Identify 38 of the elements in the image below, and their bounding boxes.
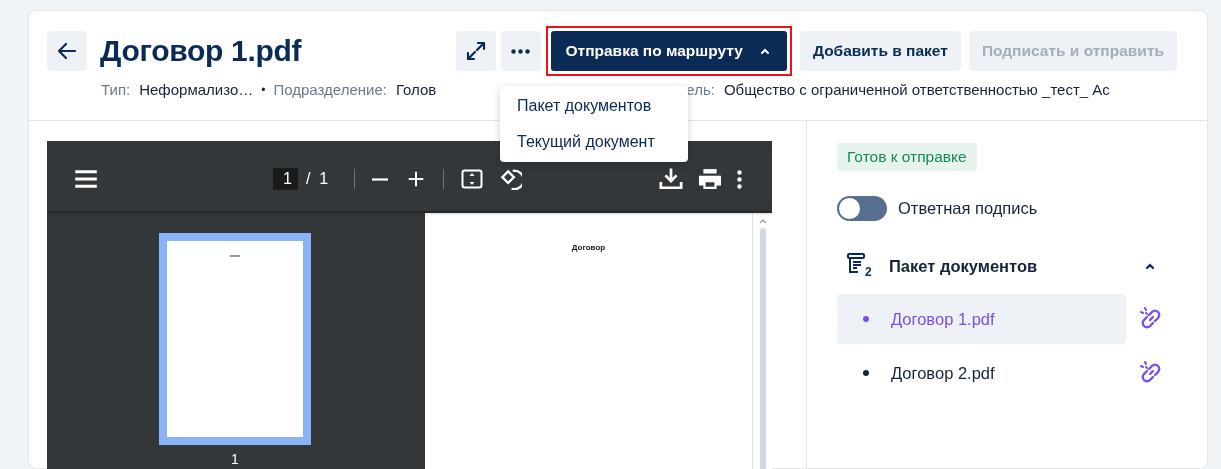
menu-item[interactable]: Пакет документов [500, 88, 688, 124]
page-number-field[interactable]: 1 [273, 168, 298, 190]
separator-dot: • [261, 82, 266, 97]
bullet-icon [863, 316, 869, 322]
route-button[interactable]: Отправка по маршруту [550, 31, 787, 71]
document-title: Договор 1.pdf [100, 34, 303, 68]
meta-value: Общество с ограниченной ответственностью _тест_ Ас [723, 81, 1110, 98]
fit-page-icon [460, 167, 485, 191]
menu-icon [75, 170, 97, 188]
bullet-icon [863, 370, 869, 376]
scroll-up-icon [757, 217, 768, 225]
back-button[interactable] [47, 31, 87, 71]
text-line-mark [230, 255, 240, 257]
page-thumbnail[interactable] [159, 233, 311, 445]
add-to-package-button[interactable]: Добавить в пакет [799, 31, 961, 71]
meta-label: Тип: [101, 81, 131, 98]
package-item[interactable]: Договор 1.pdf [837, 294, 1126, 344]
status-badge: Готов к отправке [837, 143, 977, 171]
page-count: / 1 [305, 170, 329, 188]
package-item[interactable]: Договор 2.pdf [837, 348, 1126, 398]
toggle-label: Ответная подпись [898, 199, 1038, 218]
more-icon [511, 48, 530, 54]
rotate-icon [500, 168, 523, 190]
print-icon [699, 169, 721, 189]
toggle-switch[interactable] [837, 196, 887, 221]
section-title: Пакет документов [889, 256, 1039, 276]
thumbnail-number: 1 [231, 451, 239, 467]
meta-label: Подразделение: [273, 81, 387, 98]
meta-value: Неформализо… [139, 81, 254, 98]
meta-label: ель: [686, 81, 715, 98]
more-button[interactable] [500, 31, 541, 71]
download-icon [659, 168, 683, 190]
expand-button[interactable] [455, 31, 496, 71]
more-vertical-icon [737, 169, 742, 189]
menu-item[interactable]: Текущий документ [500, 124, 688, 160]
meta-value: Голов [395, 81, 437, 98]
zoom-out-icon [371, 177, 390, 181]
page-heading: Договор [571, 243, 606, 254]
